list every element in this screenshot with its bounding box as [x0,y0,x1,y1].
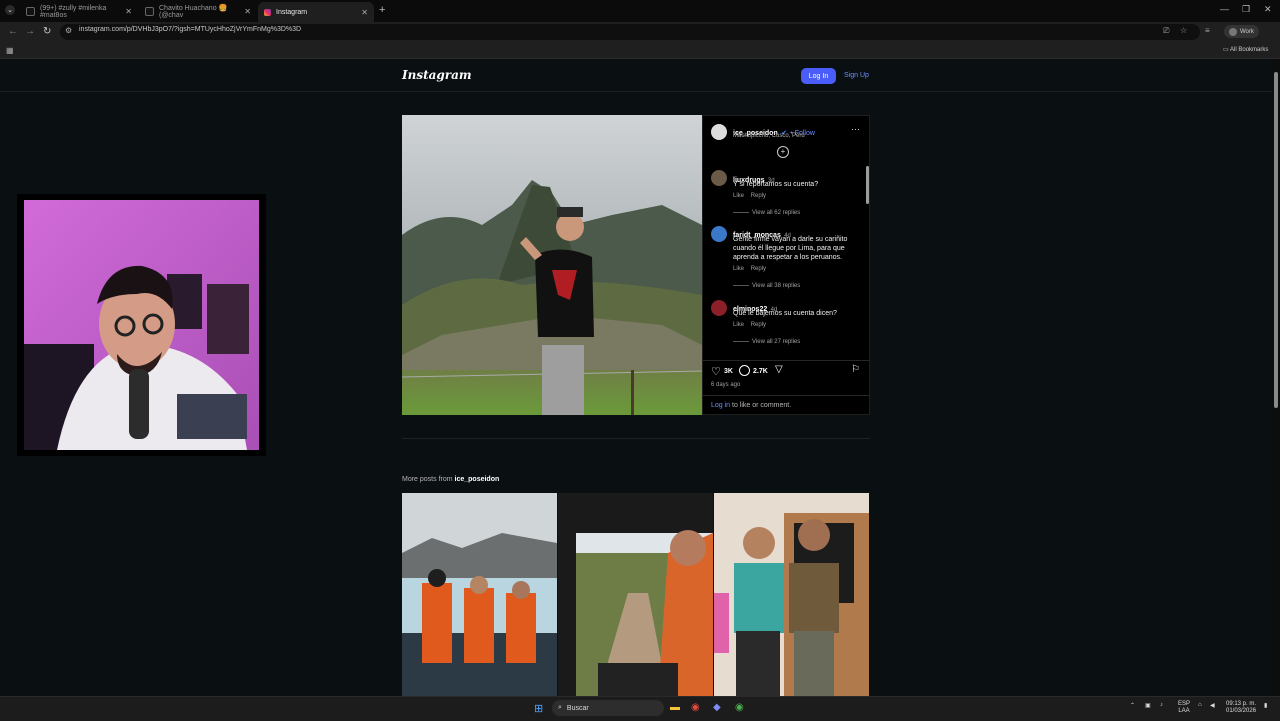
reply-link[interactable]: Reply [751,266,766,272]
comments-scroll-thumb[interactable] [866,166,869,204]
tiktok-icon [26,7,35,16]
webcam-overlay [17,194,266,456]
divider [703,395,869,396]
bookmark-star-icon[interactable]: ☆ [1180,26,1187,35]
post-image[interactable]: › [402,115,702,415]
view-replies-link[interactable]: View all 27 replies [733,339,800,345]
network-icon[interactable]: ⌂ [1198,702,1202,708]
back-icon[interactable]: ← [8,26,18,37]
close-icon[interactable]: ✕ [125,7,132,16]
comment-text: Y si reportamos su cuenta? [733,181,819,188]
url-text[interactable]: instagram.com/p/DVHbJ3pO7/?igsh=MTUycHho… [79,26,301,33]
chrome-icon[interactable]: ◉ [691,702,700,713]
view-replies-link[interactable]: View all 38 replies [733,283,800,289]
notification-icon[interactable]: ▮ [1264,702,1267,709]
login-prompt: Log in to like or comment. [711,402,792,409]
glacier-photo [402,493,557,696]
page-scroll-thumb[interactable] [1274,72,1278,408]
section-divider [402,438,870,439]
bookmarks-bar [0,42,1280,59]
profile-button[interactable]: Work [1224,25,1259,38]
close-icon[interactable]: ✕ [244,7,251,16]
more-posts-heading: More posts from ice_poseidon [402,476,500,483]
tray-app-icon[interactable]: ▣ [1145,702,1151,709]
more-options-icon[interactable]: ⋯ [851,124,860,135]
author-avatar[interactable] [711,124,727,140]
signup-link[interactable]: Sign Up [844,72,869,79]
language-indicator[interactable]: ESP LAA [1178,701,1190,715]
instagram-header: Instagram Log In Sign Up [0,59,1272,92]
share-icon[interactable]: ▽ [775,364,783,375]
like-comment-link[interactable]: Like [733,193,744,199]
forward-icon[interactable]: → [25,26,35,37]
install-app-icon[interactable]: ⎚ [1163,26,1169,36]
comment-avatar[interactable] [711,226,727,242]
clock[interactable]: 09:13 p. m. 01/03/2026 [1226,701,1256,715]
windows-start-icon[interactable]: ⊞ [534,702,543,715]
reload-icon[interactable]: ↻ [43,26,51,37]
file-explorer-icon[interactable]: ▬ [670,702,680,713]
load-more-comments-icon[interactable]: + [777,146,789,158]
streamer-webcam [24,200,259,450]
two-men-photo [714,493,869,696]
browser-icon[interactable]: ◉ [735,702,744,713]
extensions-icon[interactable]: ≡ [1205,26,1210,35]
comment-text: Que le bajemos su cuenta dicen? [733,310,837,317]
tab-strip: ⌄ (99+) #zully #milenka #mat8os ✕ Chavit… [0,0,1280,22]
comment-count: 2.7K [753,368,768,375]
post-side-panel: ice_poseidon ✔ • Follow Machupicchu, Cus… [702,115,870,415]
discord-icon[interactable]: ◆ [713,702,721,713]
likes-count: 3K [724,368,733,375]
like-comment-link[interactable]: Like [733,266,744,272]
volume-icon[interactable]: ◀ [1210,702,1215,709]
grid-post[interactable] [558,493,713,696]
tray-overflow-icon[interactable]: ⌃ [1130,702,1135,709]
reply-link[interactable]: Reply [751,322,766,328]
reply-link[interactable]: Reply [751,193,766,199]
minimize-icon[interactable]: — [1220,4,1229,14]
microphone-icon[interactable]: ♪ [1160,702,1163,708]
like-comment-link[interactable]: Like [733,322,744,328]
comment-icon[interactable] [739,365,750,376]
site-info-icon[interactable]: ⚙ [65,26,72,35]
comment-avatar[interactable] [711,170,727,186]
tab-tiktok-1[interactable]: (99+) #zully #milenka #mat8os ✕ [20,3,138,20]
login-to-like-link[interactable]: Log in [711,402,730,409]
view-replies-link[interactable]: View all 62 replies [733,210,800,216]
post-age: 6 days ago [711,382,741,388]
close-icon[interactable]: ✕ [361,8,368,17]
restore-icon[interactable]: ❐ [1242,4,1250,15]
instagram-icon [264,8,271,16]
comment-actions: Like Reply [733,193,766,199]
taskbar-search[interactable]: ⌕ Buscar [552,700,664,716]
avatar [1229,27,1237,36]
divider [703,360,869,361]
apps-grid-icon[interactable]: ▦ [6,46,14,55]
login-button[interactable]: Log In [801,68,836,84]
post-location[interactable]: Machupicchu, Cusco, Peru [733,133,805,139]
heart-icon[interactable]: ♡ [711,365,721,378]
tiktok-icon [145,7,154,16]
close-window-icon[interactable]: ✕ [1264,4,1272,15]
all-bookmarks-button[interactable]: ▭ All Bookmarks [1223,46,1268,53]
comment-actions: Like Reply [733,266,766,272]
comment-avatar[interactable] [711,300,727,316]
grid-post[interactable] [714,493,869,696]
machu-picchu-photo [402,115,702,415]
tab-search-icon[interactable]: ⌄ [5,5,15,15]
tab-tiktok-2[interactable]: Chavito Huachano 🍔 (@chav ✕ [139,3,257,20]
comment-actions: Like Reply [733,322,766,328]
comment-text: Gente firme vayan a darle su cariñito cu… [733,236,848,261]
new-tab-button[interactable]: + [379,4,385,16]
instagram-logo[interactable]: Instagram [402,68,472,82]
search-icon: ⌕ [558,704,562,711]
save-bookmark-icon[interactable]: ⚐ [851,364,860,375]
tab-instagram[interactable]: Instagram ✕ [258,2,374,22]
buggy-photo [558,493,713,696]
grid-post[interactable] [402,493,557,696]
